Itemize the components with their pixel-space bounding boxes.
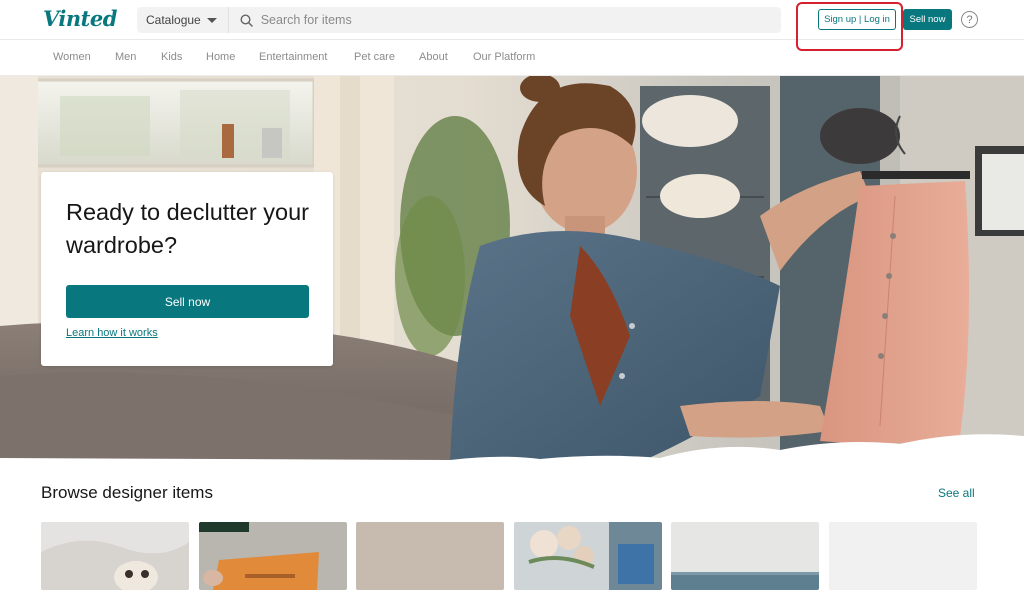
item-thumbnail-image — [356, 522, 504, 590]
item-thumbnail[interactable] — [199, 522, 347, 590]
nav-item-our-platform[interactable]: Our Platform — [473, 51, 535, 63]
nav-item-about[interactable]: About — [419, 51, 448, 63]
catalogue-dropdown[interactable]: Catalogue — [137, 7, 229, 33]
nav-item-entertainment[interactable]: Entertainment — [259, 51, 327, 63]
chevron-down-icon — [206, 17, 217, 23]
search-input[interactable] — [260, 13, 761, 27]
hero-title: Ready to declutter your wardrobe? — [66, 199, 309, 258]
item-thumbnail[interactable] — [356, 522, 504, 590]
category-nav: Women Men Kids Home Entertainment Pet ca… — [0, 40, 1024, 76]
hero-sell-now-button[interactable]: Sell now — [66, 285, 309, 318]
catalogue-label: Catalogue — [146, 13, 201, 27]
item-thumbnail-image — [829, 522, 977, 590]
help-icon[interactable]: ? — [961, 11, 978, 28]
item-thumbnail-image — [199, 522, 347, 590]
nav-item-home[interactable]: Home — [206, 51, 235, 63]
nav-item-pet-care[interactable]: Pet care — [354, 51, 395, 63]
nav-item-men[interactable]: Men — [115, 51, 136, 63]
hero-banner: Ready to declutter your wardrobe? Sell n… — [0, 76, 1024, 462]
section-title: Browse designer items — [41, 483, 213, 502]
item-thumbnail-image — [41, 522, 189, 590]
see-all-link[interactable]: See all — [938, 486, 975, 500]
item-thumbnail[interactable] — [829, 522, 977, 590]
item-thumbnail[interactable] — [671, 522, 819, 590]
learn-how-it-works-link[interactable]: Learn how it works — [66, 327, 158, 339]
search-icon — [237, 10, 257, 30]
vinted-logo[interactable]: Vinted — [43, 6, 117, 31]
hero-card: Ready to declutter your wardrobe? Sell n… — [41, 172, 333, 366]
sell-now-button[interactable]: Sell now — [903, 9, 952, 30]
nav-item-kids[interactable]: Kids — [161, 51, 182, 63]
item-thumbnail-image — [671, 522, 819, 590]
search-bar: Catalogue — [137, 7, 781, 33]
signup-login-button[interactable]: Sign up | Log in — [818, 9, 896, 30]
item-thumbnail[interactable] — [514, 522, 662, 590]
nav-item-women[interactable]: Women — [53, 51, 91, 63]
top-header: Vinted Catalogue Sign up | Log in Sell n… — [0, 0, 1024, 51]
item-thumbnail-image — [514, 522, 662, 590]
item-thumbnail[interactable] — [41, 522, 189, 590]
